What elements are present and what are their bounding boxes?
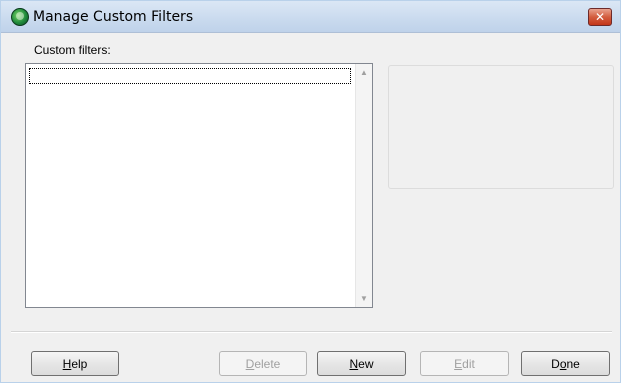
new-button-accelerator: N xyxy=(349,356,359,371)
scroll-down-arrow-icon[interactable]: ▼ xyxy=(356,290,372,307)
help-button-label-rest: elp xyxy=(71,356,88,371)
delete-button[interactable]: Delete xyxy=(219,351,307,376)
scroll-up-arrow-icon[interactable]: ▲ xyxy=(356,64,372,81)
title-bar[interactable]: Manage Custom Filters ✕ xyxy=(1,1,620,33)
new-button-label-rest: ew xyxy=(358,356,374,371)
done-button-accelerator: o xyxy=(559,356,567,371)
app-globe-icon xyxy=(11,8,29,26)
filter-preview-panel xyxy=(388,65,614,189)
custom-filters-list[interactable]: ▲ ▼ xyxy=(25,63,373,308)
help-button-accelerator: H xyxy=(62,356,72,371)
close-button[interactable]: ✕ xyxy=(588,8,612,26)
custom-filters-label: Custom filters: xyxy=(34,43,111,57)
edit-button[interactable]: Edit xyxy=(420,351,509,376)
delete-button-accelerator: D xyxy=(245,356,255,371)
help-button[interactable]: Help xyxy=(31,351,119,376)
new-button[interactable]: New xyxy=(317,351,406,376)
done-button[interactable]: Do ne xyxy=(521,351,610,376)
list-item[interactable] xyxy=(29,68,351,84)
manage-custom-filters-dialog: Manage Custom Filters ✕ Custom filters: … xyxy=(0,0,621,383)
window-title: Manage Custom Filters xyxy=(33,9,194,25)
done-button-label-rest: ne xyxy=(566,356,580,371)
vertical-scrollbar[interactable]: ▲ ▼ xyxy=(355,64,372,307)
divider xyxy=(11,331,612,333)
edit-button-label-rest: dit xyxy=(462,356,475,371)
delete-button-label-rest: elete xyxy=(254,356,281,371)
edit-button-accelerator: E xyxy=(454,356,463,371)
done-button-label-prefix: D xyxy=(551,356,560,371)
